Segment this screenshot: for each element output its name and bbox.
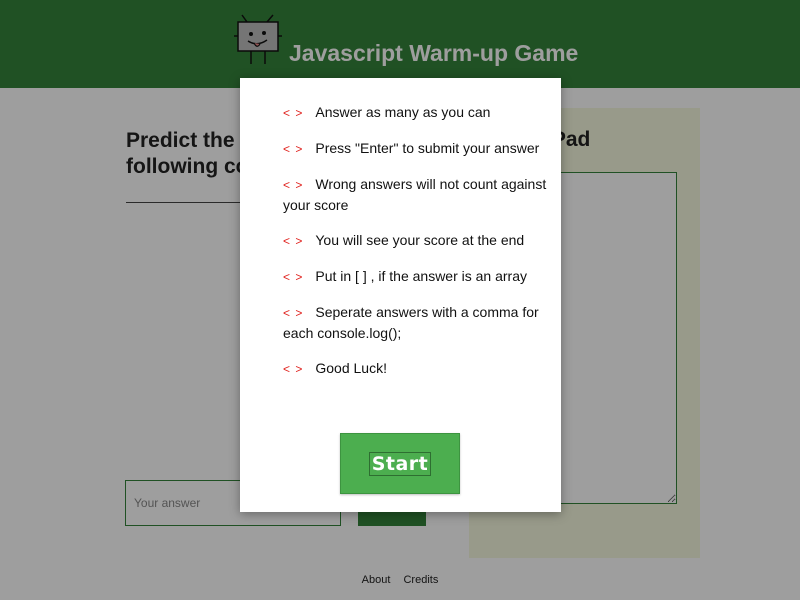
code-brackets-icon: < > bbox=[283, 270, 304, 284]
code-brackets-icon: < > bbox=[283, 142, 304, 156]
start-button-label: Start bbox=[368, 451, 432, 476]
rule-text: Good Luck! bbox=[315, 360, 387, 376]
code-brackets-icon: < > bbox=[283, 106, 304, 120]
instructions-modal: < > Answer as many as you can < > Press "E… bbox=[240, 78, 561, 512]
rule-text: Wrong answers will not count against you… bbox=[283, 176, 547, 213]
rule-text: You will see your score at the end bbox=[315, 232, 525, 248]
code-brackets-icon: < > bbox=[283, 234, 304, 248]
rule-item: < > Seperate answers with a comma for eac… bbox=[283, 302, 553, 343]
code-brackets-icon: < > bbox=[283, 178, 304, 192]
rule-item: < > Answer as many as you can bbox=[283, 102, 553, 123]
code-brackets-icon: < > bbox=[283, 306, 304, 320]
rule-text: Seperate answers with a comma for each c… bbox=[283, 304, 539, 341]
rule-item: < > Press "Enter" to submit your answer bbox=[283, 138, 553, 159]
rule-text: Put in [ ] , if the answer is an array bbox=[315, 268, 528, 284]
rule-text: Answer as many as you can bbox=[315, 104, 491, 120]
rule-text: Press "Enter" to submit your answer bbox=[315, 140, 540, 156]
rule-item: < > Wrong answers will not count against … bbox=[283, 174, 553, 215]
rule-item: < > Put in [ ] , if the answer is an arra… bbox=[283, 266, 553, 287]
start-button[interactable]: Start bbox=[340, 433, 460, 494]
rule-item: < > You will see your score at the end bbox=[283, 230, 553, 251]
rule-item: < > Good Luck! bbox=[283, 358, 553, 379]
rules-list: < > Answer as many as you can < > Press "E… bbox=[283, 102, 553, 394]
code-brackets-icon: < > bbox=[283, 362, 304, 376]
